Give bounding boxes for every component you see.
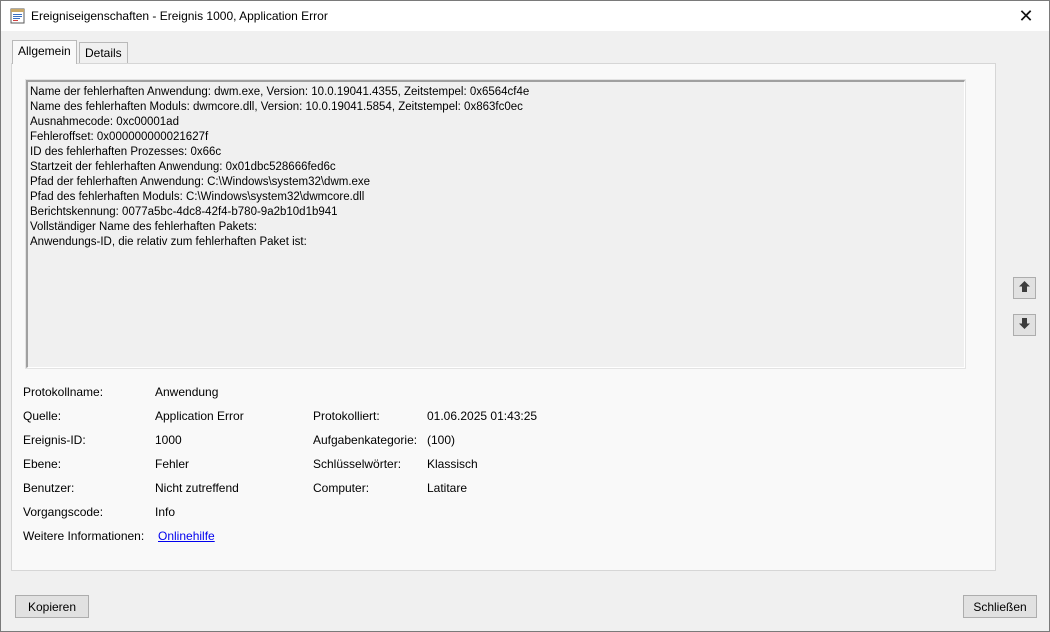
quelle-value[interactable]: Application Error: [155, 409, 244, 423]
computer-value[interactable]: Latitare: [427, 481, 467, 495]
description-line: Name der fehlerhaften Anwendung: dwm.exe…: [30, 86, 530, 98]
previous-event-button[interactable]: [1013, 277, 1036, 299]
ereignis-id-label: Ereignis-ID:: [23, 433, 86, 447]
vorgangscode-value[interactable]: Info: [155, 505, 175, 519]
description-line: Fehleroffset: 0x000000000021627f: [30, 131, 209, 143]
protokolliert-label: Protokolliert:: [313, 409, 380, 423]
protokollname-label: Protokollname:: [23, 385, 104, 399]
title-bar: Ereigniseigenschaften - Ereignis 1000, A…: [1, 1, 1049, 31]
aufgabenkategorie-label: Aufgabenkategorie:: [313, 433, 418, 447]
description-line: Anwendungs-ID, die relativ zum fehlerhaf…: [30, 236, 307, 248]
event-description-textbox[interactable]: Name der fehlerhaften Anwendung: dwm.exe…: [25, 79, 966, 369]
description-line: Ausnahmecode: 0xc00001ad: [30, 116, 179, 128]
description-line: Vollständiger Name des fehlerhaften Pake…: [30, 221, 257, 233]
protokollname-value[interactable]: Anwendung: [155, 385, 218, 399]
protokolliert-value[interactable]: 01.06.2025 01:43:25: [427, 409, 537, 423]
event-properties-window: Ereigniseigenschaften - Ereignis 1000, A…: [0, 0, 1050, 632]
description-line: Name des fehlerhaften Moduls: dwmcore.dl…: [30, 101, 523, 113]
copy-button-label: Kopieren: [27, 599, 77, 614]
ebene-value[interactable]: Fehler: [155, 457, 189, 471]
schluesselwoerter-label: Schlüsselwörter:: [313, 457, 402, 471]
vorgangscode-label: Vorgangscode:: [23, 505, 104, 519]
window-title: Ereigniseigenschaften - Ereignis 1000, A…: [31, 9, 328, 23]
weitere-informationen-label: Weitere Informationen:: [23, 529, 145, 543]
description-line: Startzeit der fehlerhaften Anwendung: 0x…: [30, 161, 336, 173]
tab-details[interactable]: Details: [79, 42, 128, 63]
close-button[interactable]: Schließen: [963, 595, 1037, 618]
description-line: Pfad des fehlerhaften Moduls: C:\Windows…: [30, 191, 365, 203]
description-line: Berichtskennung: 0077a5bc-4dc8-42f4-b780…: [30, 206, 338, 218]
close-button-label: Schließen: [973, 599, 1027, 614]
ebene-label: Ebene:: [23, 457, 62, 471]
tab-label: Details: [85, 46, 122, 60]
computer-label: Computer:: [313, 481, 370, 495]
description-line: ID des fehlerhaften Prozesses: 0x66c: [30, 146, 222, 158]
event-properties-icon: [10, 8, 25, 24]
arrow-down-icon: [1018, 317, 1031, 333]
close-icon: ✕: [1018, 5, 1034, 26]
copy-button[interactable]: Kopieren: [15, 595, 89, 618]
close-window-button[interactable]: ✕: [1003, 1, 1049, 31]
description-line: Pfad der fehlerhaften Anwendung: C:\Wind…: [30, 176, 371, 188]
onlinehilfe-link[interactable]: Onlinehilfe: [158, 529, 215, 543]
arrow-up-icon: [1018, 280, 1031, 296]
ereignis-id-value[interactable]: 1000: [155, 433, 182, 447]
aufgabenkategorie-value[interactable]: (100): [427, 433, 455, 447]
tab-allgemein[interactable]: Allgemein: [12, 40, 77, 64]
benutzer-label: Benutzer:: [23, 481, 75, 495]
tab-label: Allgemein: [18, 44, 71, 58]
quelle-label: Quelle:: [23, 409, 62, 423]
next-event-button[interactable]: [1013, 314, 1036, 336]
benutzer-value[interactable]: Nicht zutreffend: [155, 481, 239, 495]
schluesselwoerter-value[interactable]: Klassisch: [427, 457, 478, 471]
